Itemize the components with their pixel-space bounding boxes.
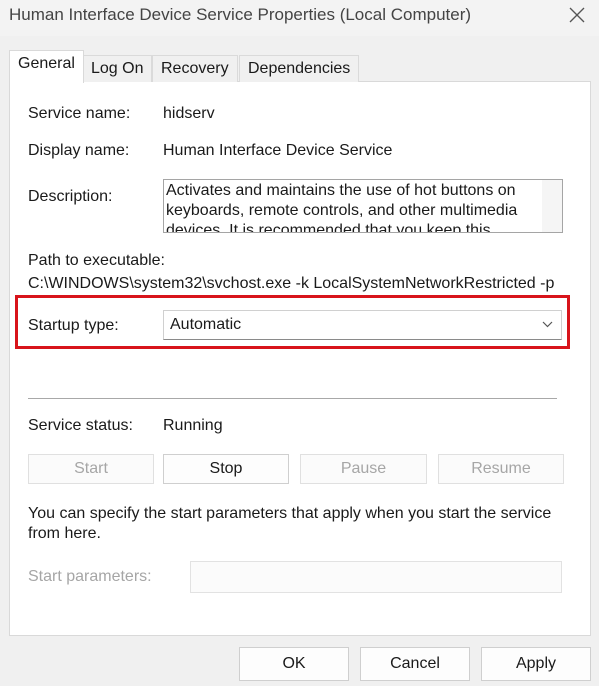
service-status-label: Service status: bbox=[28, 417, 133, 434]
tab-log-on[interactable]: Log On bbox=[82, 55, 153, 82]
close-button[interactable] bbox=[556, 0, 598, 32]
start-params-label: Start parameters: bbox=[28, 568, 152, 585]
path-value: C:\WINDOWS\system32\svchost.exe -k Local… bbox=[28, 275, 555, 292]
description-scrollbar[interactable] bbox=[542, 180, 562, 232]
tab-recovery[interactable]: Recovery bbox=[152, 55, 238, 82]
apply-button[interactable]: Apply bbox=[481, 647, 591, 681]
ok-button[interactable]: OK bbox=[239, 647, 349, 681]
description-box[interactable]: Activates and maintains the use of hot b… bbox=[163, 179, 563, 233]
start-button[interactable]: Start bbox=[28, 454, 154, 484]
pause-button[interactable]: Pause bbox=[300, 454, 427, 484]
tab-general[interactable]: General bbox=[9, 50, 84, 83]
display-name-label: Display name: bbox=[28, 142, 130, 159]
startup-type-select[interactable]: Automatic bbox=[163, 310, 562, 340]
start-params-input[interactable] bbox=[190, 561, 562, 593]
description-label: Description: bbox=[28, 188, 113, 205]
start-params-hint: You can specify the start parameters tha… bbox=[28, 505, 552, 542]
service-status-value: Running bbox=[163, 417, 223, 434]
description-text: Activates and maintains the use of hot b… bbox=[166, 182, 518, 233]
close-icon bbox=[569, 7, 585, 23]
general-tab-panel: Service name: hidserv Display name: Huma… bbox=[9, 81, 591, 636]
tab-dependencies[interactable]: Dependencies bbox=[239, 55, 360, 82]
cancel-button[interactable]: Cancel bbox=[360, 647, 470, 681]
service-properties-dialog: Human Interface Device Service Propertie… bbox=[0, 0, 599, 686]
stop-button[interactable]: Stop bbox=[163, 454, 289, 484]
service-name-value: hidserv bbox=[163, 105, 215, 122]
startup-type-selected: Automatic bbox=[170, 316, 242, 333]
service-name-label: Service name: bbox=[28, 105, 131, 122]
path-label: Path to executable: bbox=[28, 252, 165, 269]
chevron-down-icon bbox=[542, 321, 553, 328]
title-bar: Human Interface Device Service Propertie… bbox=[0, 0, 599, 36]
startup-type-label: Startup type: bbox=[28, 317, 119, 334]
window-title: Human Interface Device Service Propertie… bbox=[9, 5, 472, 24]
display-name-value: Human Interface Device Service bbox=[163, 142, 393, 159]
section-divider bbox=[28, 398, 557, 399]
resume-button[interactable]: Resume bbox=[438, 454, 564, 484]
